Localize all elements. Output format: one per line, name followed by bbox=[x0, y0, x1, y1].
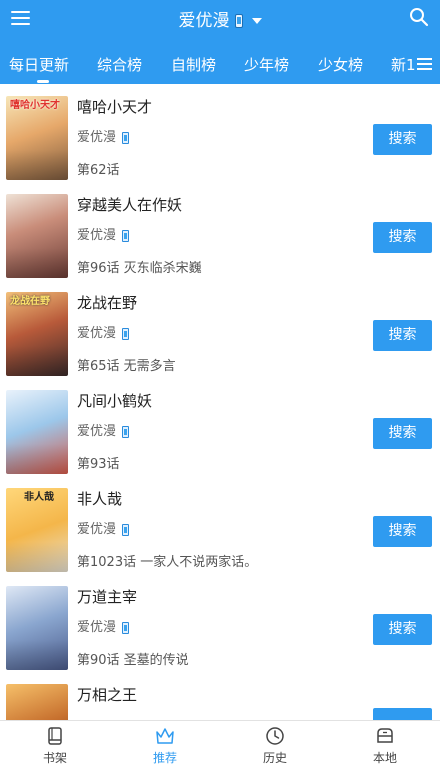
phone-icon bbox=[122, 426, 130, 438]
nav-local[interactable]: 本地 bbox=[330, 721, 440, 770]
comic-cover[interactable]: 嘻哈小天才 bbox=[6, 96, 68, 180]
tab-shonen-rank[interactable]: 少年榜 bbox=[244, 55, 289, 75]
latest-chapter: 第62话 bbox=[77, 163, 120, 178]
comic-title: 万道主宰 bbox=[77, 588, 138, 606]
comic-source: 爱优漫 bbox=[77, 129, 130, 147]
comic-source: 爱优漫 bbox=[77, 521, 130, 539]
comic-cover[interactable] bbox=[6, 586, 68, 670]
nav-label: 推荐 bbox=[152, 751, 177, 765]
search-button[interactable]: 搜索 bbox=[373, 418, 432, 449]
tab-new[interactable]: 新1 bbox=[391, 55, 416, 75]
category-tabs: 每日更新 综合榜 自制榜 少年榜 少女榜 新1 bbox=[0, 44, 440, 84]
search-button[interactable] bbox=[373, 708, 432, 720]
comic-cover[interactable]: 龙战在野 bbox=[6, 292, 68, 376]
tab-shojo-rank[interactable]: 少女榜 bbox=[318, 55, 363, 75]
latest-chapter: 第65话 无需多言 bbox=[77, 359, 176, 374]
comic-title: 龙战在野 bbox=[77, 294, 138, 312]
menu-icon[interactable] bbox=[10, 7, 32, 29]
comic-cover[interactable] bbox=[6, 390, 68, 474]
local-storage-icon bbox=[377, 728, 393, 743]
latest-chapter: 第90话 圣墓的传说 bbox=[77, 653, 189, 668]
nav-label: 书架 bbox=[42, 751, 67, 765]
search-button[interactable]: 搜索 bbox=[373, 222, 432, 253]
phone-icon bbox=[122, 230, 130, 242]
latest-chapter: 第1023话 一家人不说两家话。 bbox=[77, 555, 258, 570]
tab-overall-rank[interactable]: 综合榜 bbox=[97, 55, 142, 75]
tabs-more-icon[interactable] bbox=[416, 56, 434, 72]
source-label: 爱优漫 bbox=[77, 326, 117, 341]
comic-source: 爱优漫 bbox=[77, 619, 130, 637]
list-item[interactable]: 龙战在野 龙战在野 爱优漫 第65话 无需多言 搜索 bbox=[0, 280, 440, 378]
comic-title: 万相之王 bbox=[77, 686, 138, 704]
phone-icon bbox=[122, 328, 130, 340]
comic-source: 爱优漫 bbox=[77, 423, 130, 441]
latest-chapter: 第96话 灭东临杀宋巍 bbox=[77, 261, 202, 276]
comic-source: 爱优漫 bbox=[77, 325, 130, 343]
comic-source: 爱优漫 bbox=[77, 227, 130, 245]
comic-title: 嘻哈小天才 bbox=[77, 98, 153, 116]
source-label: 爱优漫 bbox=[77, 424, 117, 439]
list-item[interactable]: 穿越美人在作妖 爱优漫 第96话 灭东临杀宋巍 搜索 bbox=[0, 182, 440, 280]
comic-title: 非人哉 bbox=[77, 490, 123, 508]
app-header: 爱优漫 每日更新 综合榜 自制榜 少年榜 少女榜 新1 bbox=[0, 0, 440, 84]
comic-cover[interactable] bbox=[6, 194, 68, 278]
search-button[interactable]: 搜索 bbox=[373, 614, 432, 645]
phone-icon bbox=[122, 622, 130, 634]
cover-text: 龙战在野 bbox=[10, 296, 50, 307]
source-label: 爱优漫 bbox=[77, 522, 117, 537]
list-item[interactable]: 凡间小鹤妖 爱优漫 第93话 搜索 bbox=[0, 378, 440, 476]
list-item[interactable]: 万道主宰 爱优漫 第90话 圣墓的传说 搜索 bbox=[0, 574, 440, 672]
phone-icon bbox=[234, 14, 243, 28]
search-button[interactable]: 搜索 bbox=[373, 320, 432, 351]
comic-title: 穿越美人在作妖 bbox=[77, 196, 183, 214]
nav-history[interactable]: 历史 bbox=[220, 721, 330, 770]
comic-list: 嘻哈小天才 嘻哈小天才 爱优漫 第62话 搜索 穿越美人在作妖 爱优漫 第96话… bbox=[0, 84, 440, 720]
bottom-navigation: 书架 推荐 历史 本地 bbox=[0, 720, 440, 770]
source-label: 爱优漫 bbox=[77, 620, 117, 635]
latest-chapter: 第93话 bbox=[77, 457, 120, 472]
tab-daily-update[interactable]: 每日更新 bbox=[9, 55, 69, 83]
phone-icon bbox=[122, 524, 130, 536]
bookshelf-icon bbox=[48, 727, 62, 745]
phone-icon bbox=[122, 132, 130, 144]
list-item[interactable]: 嘻哈小天才 嘻哈小天才 爱优漫 第62话 搜索 bbox=[0, 84, 440, 182]
source-label: 爱优漫 bbox=[77, 228, 117, 243]
cover-text: 非人哉 bbox=[24, 492, 54, 503]
nav-recommend[interactable]: 推荐 bbox=[110, 721, 220, 770]
nav-label: 本地 bbox=[372, 751, 397, 765]
nav-label: 历史 bbox=[262, 751, 287, 765]
app-title: 爱优漫 bbox=[178, 11, 230, 31]
source-label: 爱优漫 bbox=[77, 130, 117, 145]
cover-text: 嘻哈小天才 bbox=[10, 100, 60, 111]
tab-original-rank[interactable]: 自制榜 bbox=[171, 55, 216, 75]
comic-cover[interactable]: 非人哉 bbox=[6, 488, 68, 572]
source-selector[interactable]: 爱优漫 bbox=[179, 9, 262, 33]
list-item[interactable]: 万相之王 bbox=[0, 672, 440, 720]
search-button[interactable]: 搜索 bbox=[373, 124, 432, 155]
caret-down-icon bbox=[251, 18, 262, 24]
comic-cover[interactable] bbox=[6, 684, 68, 720]
title-area: 爱优漫 bbox=[0, 9, 440, 33]
list-item[interactable]: 非人哉 非人哉 爱优漫 第1023话 一家人不说两家话。 搜索 bbox=[0, 476, 440, 574]
search-icon[interactable] bbox=[408, 6, 430, 28]
search-button[interactable]: 搜索 bbox=[373, 516, 432, 547]
comic-title: 凡间小鹤妖 bbox=[77, 392, 153, 410]
crown-icon bbox=[156, 728, 174, 744]
nav-bookshelf[interactable]: 书架 bbox=[0, 721, 110, 770]
clock-icon bbox=[266, 727, 284, 745]
top-bar: 爱优漫 bbox=[0, 0, 440, 42]
